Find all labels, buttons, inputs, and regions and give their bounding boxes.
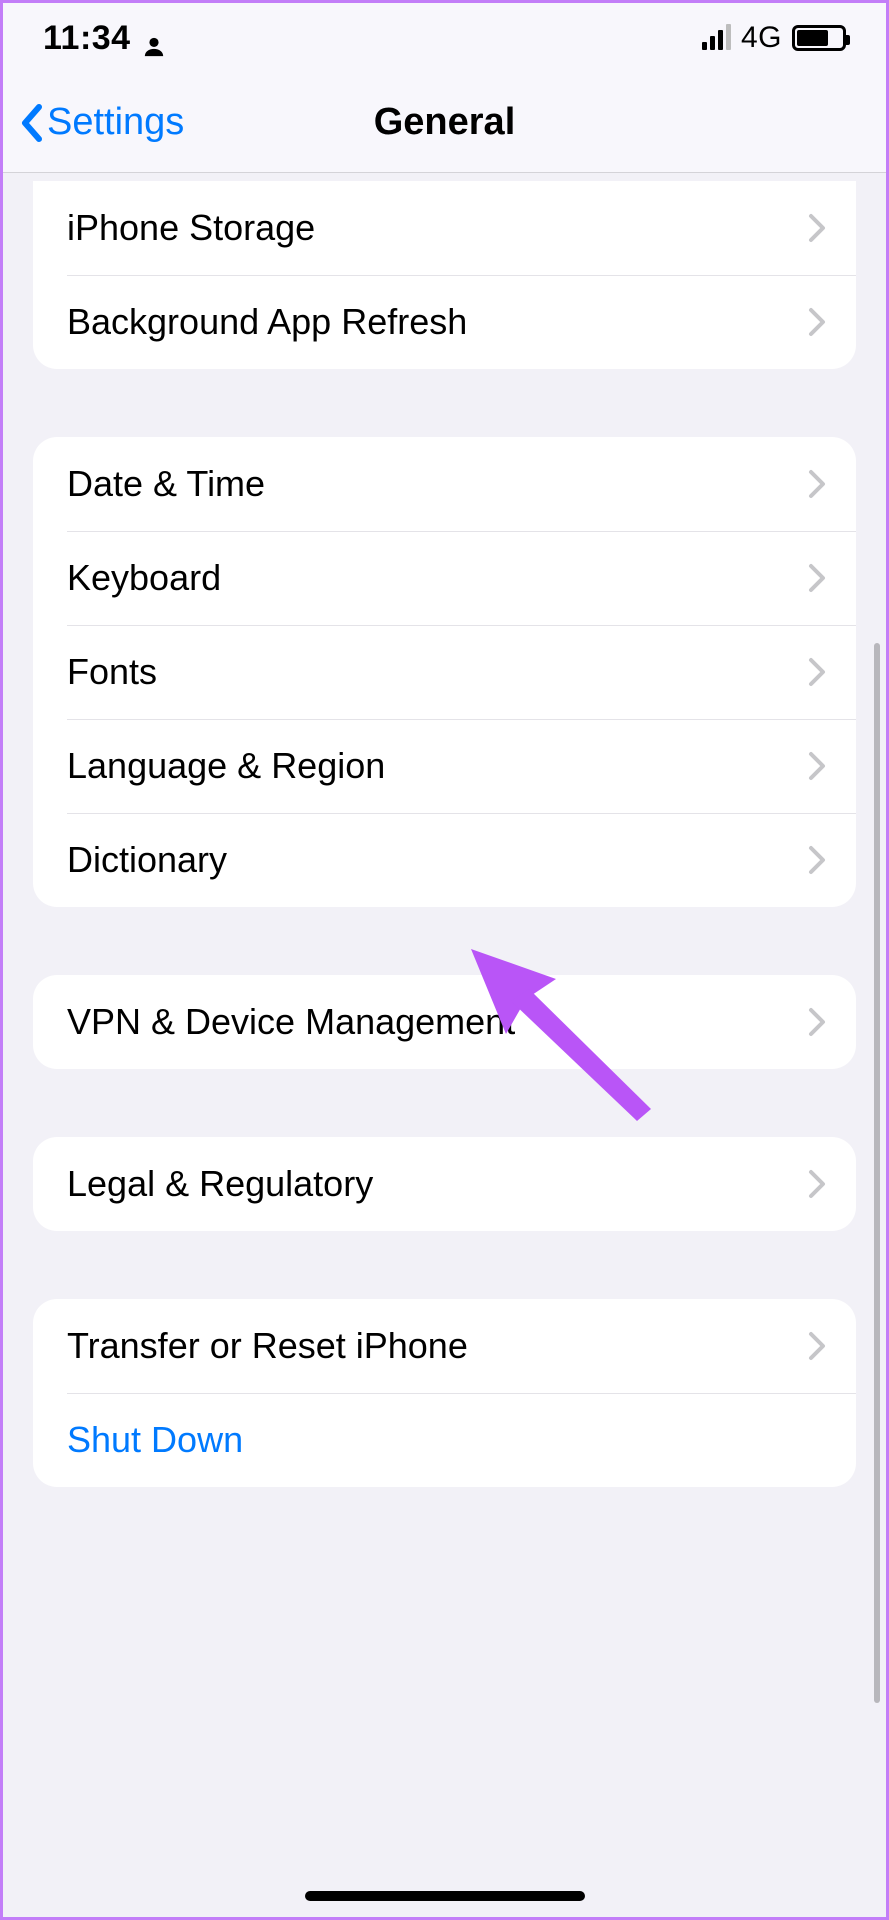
settings-group: VPN & Device Management: [33, 975, 856, 1069]
row-dictionary[interactable]: Dictionary: [33, 813, 856, 907]
row-label: Legal & Regulatory: [67, 1163, 808, 1205]
row-label: Fonts: [67, 651, 808, 693]
settings-group: Transfer or Reset iPhone Shut Down: [33, 1299, 856, 1487]
row-label: Keyboard: [67, 557, 808, 599]
row-background-app-refresh[interactable]: Background App Refresh: [33, 275, 856, 369]
row-label: Transfer or Reset iPhone: [67, 1325, 808, 1367]
row-keyboard[interactable]: Keyboard: [33, 531, 856, 625]
row-vpn-device-management[interactable]: VPN & Device Management: [33, 975, 856, 1069]
back-label: Settings: [47, 101, 184, 144]
status-left: 11:34: [43, 19, 163, 58]
row-fonts[interactable]: Fonts: [33, 625, 856, 719]
chevron-right-icon: [808, 213, 826, 243]
home-indicator: [305, 1891, 585, 1901]
row-label: iPhone Storage: [67, 207, 808, 249]
chevron-right-icon: [808, 563, 826, 593]
scroll-indicator: [874, 643, 880, 1703]
settings-group: iPhone Storage Background App Refresh: [33, 181, 856, 369]
status-bar: 11:34 4G: [3, 3, 886, 73]
row-label: Background App Refresh: [67, 301, 808, 343]
battery-icon: [792, 25, 846, 51]
chevron-right-icon: [808, 657, 826, 687]
chevron-right-icon: [808, 469, 826, 499]
nav-bar: Settings General: [3, 73, 886, 173]
chevron-right-icon: [808, 307, 826, 337]
row-date-time[interactable]: Date & Time: [33, 437, 856, 531]
network-label: 4G: [741, 21, 782, 55]
chevron-right-icon: [808, 845, 826, 875]
row-label: VPN & Device Management: [67, 1001, 808, 1043]
chevron-right-icon: [808, 751, 826, 781]
settings-group: Date & Time Keyboard Fonts Language & Regio…: [33, 437, 856, 907]
person-icon: [143, 28, 163, 48]
row-label: Date & Time: [67, 463, 808, 505]
row-transfer-reset[interactable]: Transfer or Reset iPhone: [33, 1299, 856, 1393]
status-time: 11:34: [43, 19, 131, 58]
status-right: 4G: [702, 21, 846, 55]
chevron-right-icon: [808, 1169, 826, 1199]
chevron-left-icon: [19, 103, 43, 143]
row-iphone-storage[interactable]: iPhone Storage: [33, 181, 856, 275]
settings-group: Legal & Regulatory: [33, 1137, 856, 1231]
row-shut-down[interactable]: Shut Down: [33, 1393, 856, 1487]
settings-content: iPhone Storage Background App Refresh Date…: [3, 181, 886, 1607]
row-label: Language & Region: [67, 745, 808, 787]
cellular-signal-icon: [702, 26, 731, 50]
row-language-region[interactable]: Language & Region: [33, 719, 856, 813]
back-button[interactable]: Settings: [19, 101, 184, 144]
row-label: Shut Down: [67, 1419, 826, 1461]
row-label: Dictionary: [67, 839, 808, 881]
chevron-right-icon: [808, 1007, 826, 1037]
chevron-right-icon: [808, 1331, 826, 1361]
row-legal-regulatory[interactable]: Legal & Regulatory: [33, 1137, 856, 1231]
